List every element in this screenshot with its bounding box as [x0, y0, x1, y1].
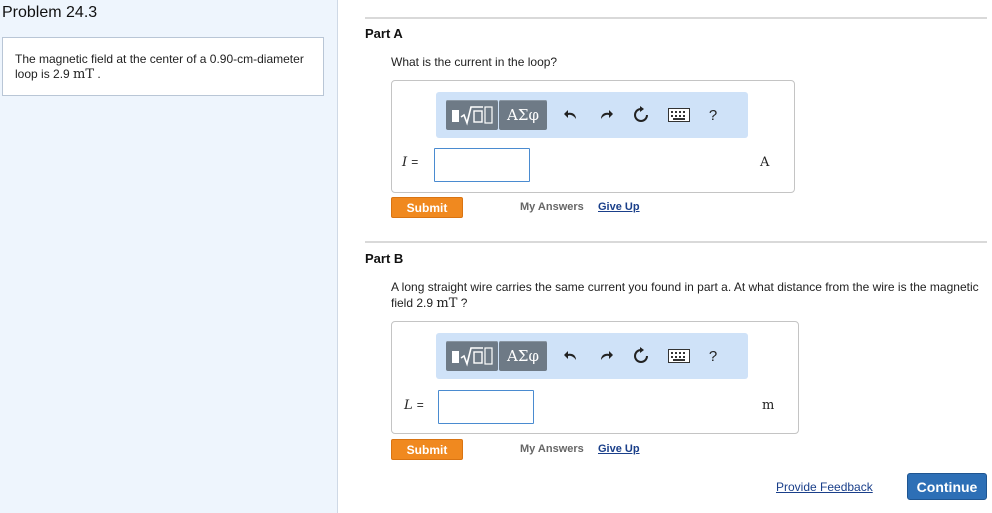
- part-a-give-up-link[interactable]: Give Up: [598, 201, 640, 213]
- part-b-variable-label: L =: [404, 398, 424, 413]
- problem-statement: The magnetic field at the center of a 0.…: [2, 37, 324, 96]
- part-a-submit-button[interactable]: Submit: [391, 197, 463, 218]
- problem-panel: Problem 24.3 The magnetic field at the c…: [0, 0, 338, 513]
- part-a-equation-toolbar: ΑΣφ ?: [436, 92, 748, 138]
- keyboard-icon[interactable]: [666, 343, 692, 369]
- part-a-my-answers-link[interactable]: My Answers: [520, 201, 584, 213]
- greek-symbols-button[interactable]: ΑΣφ: [499, 100, 547, 130]
- part-b-answer-box: ΑΣφ ? L = m: [391, 321, 799, 434]
- help-button[interactable]: ?: [700, 343, 726, 369]
- templates-button[interactable]: [446, 341, 498, 371]
- part-b-equation-toolbar: ΑΣφ ?: [436, 333, 748, 379]
- redo-icon[interactable]: [593, 102, 619, 128]
- problem-statement-text: The magnetic field at the center of a 0.…: [15, 52, 304, 81]
- part-b-question-suffix: ?: [460, 296, 468, 310]
- part-a-unit: A: [760, 155, 770, 170]
- part-a-question-text: What is the current in the loop?: [391, 55, 558, 69]
- problem-statement-suffix: .: [97, 67, 101, 81]
- part-a-divider: [365, 17, 987, 19]
- part-b-question-text: A long straight wire carries the same cu…: [391, 280, 979, 310]
- part-b-title: Part B: [365, 251, 404, 266]
- part-a-variable: I: [402, 155, 408, 170]
- reset-icon[interactable]: [628, 343, 654, 369]
- part-b-equals: =: [416, 398, 424, 412]
- part-a-answer-box: ΑΣφ ? I = A: [391, 80, 795, 193]
- part-b-question: A long straight wire carries the same cu…: [391, 279, 981, 312]
- reset-icon[interactable]: [628, 102, 654, 128]
- part-a-equals: =: [411, 155, 419, 169]
- part-b-my-answers-link[interactable]: My Answers: [520, 443, 584, 455]
- part-b-submit-button[interactable]: Submit: [391, 439, 463, 460]
- undo-icon[interactable]: [558, 102, 584, 128]
- undo-icon[interactable]: [558, 343, 584, 369]
- part-a-question: What is the current in the loop?: [391, 54, 981, 70]
- part-b-variable: L: [404, 398, 413, 413]
- problem-statement-unit: mT: [73, 67, 95, 82]
- part-a-title: Part A: [365, 26, 403, 41]
- keyboard-icon[interactable]: [666, 102, 692, 128]
- continue-button[interactable]: Continue: [907, 473, 987, 500]
- part-b-answer-input[interactable]: [438, 390, 534, 424]
- part-a-variable-label: I =: [402, 155, 418, 170]
- part-b-question-unit: mT: [436, 296, 458, 311]
- part-a-answer-input[interactable]: [434, 148, 530, 182]
- templates-icon: [452, 347, 493, 367]
- greek-symbols-button[interactable]: ΑΣφ: [499, 341, 547, 371]
- help-button[interactable]: ?: [700, 102, 726, 128]
- provide-feedback-link[interactable]: Provide Feedback: [776, 480, 873, 494]
- part-b-unit: m: [762, 398, 775, 413]
- redo-icon[interactable]: [593, 343, 619, 369]
- part-b-divider: [365, 241, 987, 243]
- problem-title: Problem 24.3: [2, 4, 98, 21]
- templates-button[interactable]: [446, 100, 498, 130]
- part-b-give-up-link[interactable]: Give Up: [598, 443, 640, 455]
- templates-icon: [452, 106, 493, 126]
